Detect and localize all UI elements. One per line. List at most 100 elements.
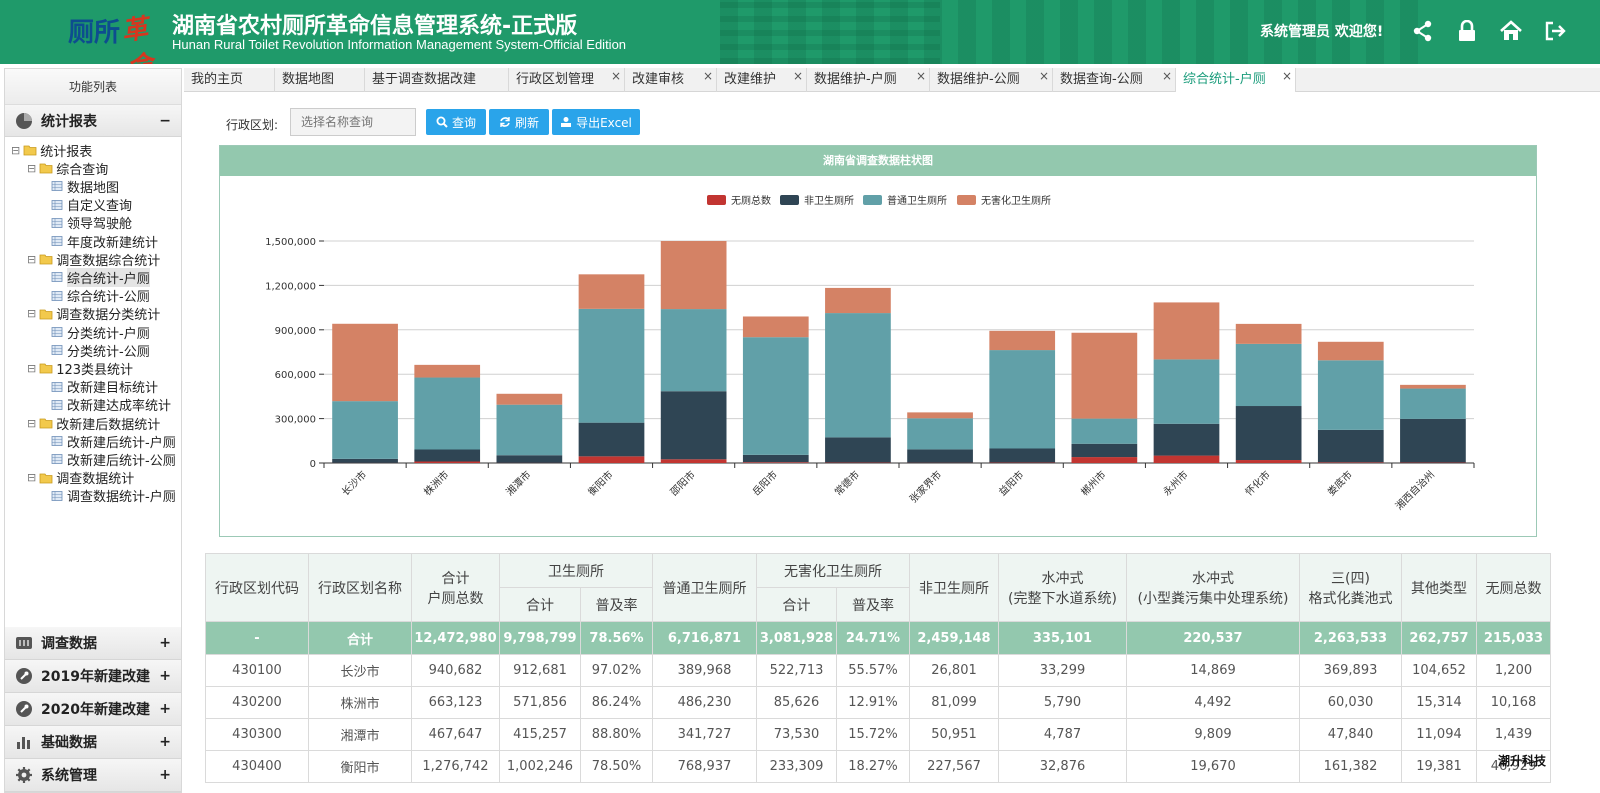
tab[interactable]: 基于调查数据改建	[365, 68, 509, 92]
tree-item-label: 调查数据统计-户厕	[67, 490, 176, 506]
tree-page-item[interactable]: 分类统计-公厕	[51, 341, 150, 360]
sidebar-group[interactable]: 调查数据 +	[5, 627, 181, 660]
sidebar-group[interactable]: 基础数据 +	[5, 726, 181, 759]
lock-icon[interactable]	[1454, 18, 1480, 44]
sidebar-bottom-groups: 调查数据 +2019年新建改建 +2020年新建改建 + 基础数据 + 系统管理 +	[5, 627, 181, 792]
tree-page-item[interactable]: 自定义查询	[51, 196, 132, 214]
expand-icon[interactable]: +	[159, 635, 171, 651]
table-cell: 6,716,871	[652, 621, 757, 655]
query-button[interactable]: 查询	[426, 109, 486, 135]
region-search-input[interactable]	[290, 108, 416, 136]
watermark: 潮升科技	[1498, 754, 1547, 768]
tab[interactable]: 改建维护 ×	[717, 68, 807, 92]
legend-swatch	[780, 195, 799, 205]
table-cell: 9,798,799	[499, 621, 581, 655]
table-cell: 2,459,148	[909, 621, 999, 655]
close-icon[interactable]: ×	[1162, 64, 1172, 88]
tree-page-item[interactable]: 综合统计-公厕	[51, 287, 150, 305]
refresh-button[interactable]: 刷新	[489, 109, 549, 135]
tab[interactable]: 数据查询-公厕 ×	[1053, 68, 1176, 92]
tree-folder[interactable]: ⊟ 调查数据综合统计	[27, 250, 161, 269]
collapse-icon[interactable]: −	[159, 113, 171, 129]
tree-toggle-icon[interactable]: ⊟	[27, 471, 36, 484]
sidebar-group-label: 系统管理	[41, 768, 97, 784]
close-icon[interactable]: ×	[703, 64, 713, 88]
sidebar-group[interactable]: 系统管理 +	[5, 759, 181, 792]
table-cell: 571,856	[499, 686, 581, 719]
sidebar-title: 功能列表	[5, 69, 181, 105]
table-cell: 18.27%	[836, 750, 910, 783]
tree-folder[interactable]: ⊟ 调查数据统计	[27, 469, 134, 487]
tree-page-item[interactable]: 改新建达成率统计	[51, 396, 171, 414]
tab[interactable]: 我的主页	[184, 68, 275, 92]
header-sanitary-rate: 普及率	[580, 587, 653, 622]
x-tick-label: 长沙市	[339, 468, 369, 498]
tree-page-item[interactable]: 调查数据统计-户厕	[51, 487, 176, 505]
sidebar-group[interactable]: 2019年新建改建 +	[5, 660, 181, 693]
tab-label: 数据查询-公厕	[1060, 72, 1143, 87]
tab[interactable]: 行政区划管理 ×	[509, 68, 625, 92]
tree-page-item[interactable]: 综合统计-户厕	[51, 267, 150, 287]
tree-page-item[interactable]: 年度改新建统计	[51, 232, 158, 251]
close-icon[interactable]: ×	[916, 64, 926, 88]
tree-toggle-icon[interactable]: ⊟	[27, 417, 36, 430]
table-cell: 215,033	[1476, 621, 1551, 655]
tab[interactable]: 数据维护-公厕 ×	[930, 68, 1053, 92]
expand-icon[interactable]: +	[159, 701, 171, 717]
tree-item-label: 调查数据综合统计	[56, 253, 161, 269]
export-icon	[561, 117, 572, 127]
wrench-icon	[16, 668, 32, 684]
header-septic-line1: 三(四)	[1331, 570, 1370, 587]
folder-icon	[39, 363, 53, 374]
tab[interactable]: 综合统计-户厕 ×	[1176, 68, 1296, 92]
export-excel-button[interactable]: 导出Excel	[552, 109, 640, 135]
tree-toggle-icon[interactable]: ⊟	[27, 307, 36, 320]
bar-segment	[742, 462, 809, 463]
tree-toggle-icon[interactable]: ⊟	[27, 362, 36, 375]
tree-toggle-icon[interactable]: ⊟	[11, 144, 20, 157]
bar-segment	[1317, 360, 1384, 430]
expand-icon[interactable]: +	[159, 767, 171, 783]
expand-icon[interactable]: +	[159, 734, 171, 750]
tree-page-item[interactable]: 改新建目标统计	[51, 378, 158, 396]
close-icon[interactable]: ×	[1039, 64, 1049, 88]
logout-icon[interactable]	[1542, 18, 1568, 44]
tree-page-item[interactable]: 数据地图	[51, 177, 119, 196]
bar-segment	[825, 313, 891, 438]
tree-page-item[interactable]: 改新建后统计-户厕	[51, 432, 176, 451]
tab[interactable]: 数据地图	[275, 68, 365, 92]
home-icon[interactable]	[1498, 18, 1524, 44]
refresh-icon	[500, 117, 510, 127]
tree-folder[interactable]: ⊟ 统计报表	[11, 141, 92, 160]
bar-segment	[1400, 418, 1466, 463]
table-cell: 940,682	[411, 654, 500, 687]
tree-item-label: 分类统计-公厕	[67, 344, 150, 360]
table-cell: 486,230	[652, 686, 757, 719]
sidebar-group-statistics[interactable]: 统计报表 −	[5, 105, 181, 137]
tree-page-item[interactable]: 领导驾驶舱	[51, 214, 132, 232]
tree-page-item[interactable]: 分类统计-户厕	[51, 323, 150, 342]
bar-segment	[496, 455, 563, 463]
tree-folder[interactable]: ⊟ 调查数据分类统计	[27, 305, 160, 323]
tab[interactable]: 数据维护-户厕 ×	[807, 68, 930, 92]
expand-icon[interactable]: +	[159, 668, 171, 684]
tree-toggle-icon[interactable]: ⊟	[27, 253, 36, 266]
legend-label: 非卫生厕所	[804, 194, 854, 207]
sidebar-group[interactable]: 2020年新建改建 +	[5, 693, 181, 726]
tree-folder[interactable]: ⊟ 123类县统计	[27, 359, 133, 378]
table-cell: 长沙市	[308, 654, 412, 687]
header-flush-small: 水冲式 (小型粪污集中处理系统)	[1126, 553, 1300, 622]
tree-folder[interactable]: ⊟ 综合查询	[27, 159, 108, 178]
table-cell: 663,123	[411, 686, 500, 719]
tree-toggle-icon[interactable]: ⊟	[27, 162, 36, 175]
tree-folder[interactable]: ⊟ 改新建后数据统计	[27, 414, 160, 433]
header-decoration	[720, 0, 940, 64]
tab[interactable]: 改建审核 ×	[625, 68, 717, 92]
close-icon[interactable]: ×	[1282, 64, 1292, 88]
tree-page-item[interactable]: 改新建后统计-公厕	[51, 450, 176, 469]
close-icon[interactable]: ×	[611, 64, 621, 88]
close-icon[interactable]: ×	[793, 64, 803, 88]
share-icon[interactable]	[1410, 18, 1436, 44]
table-cell: 85,626	[756, 686, 837, 719]
bar-segment	[1153, 302, 1220, 360]
